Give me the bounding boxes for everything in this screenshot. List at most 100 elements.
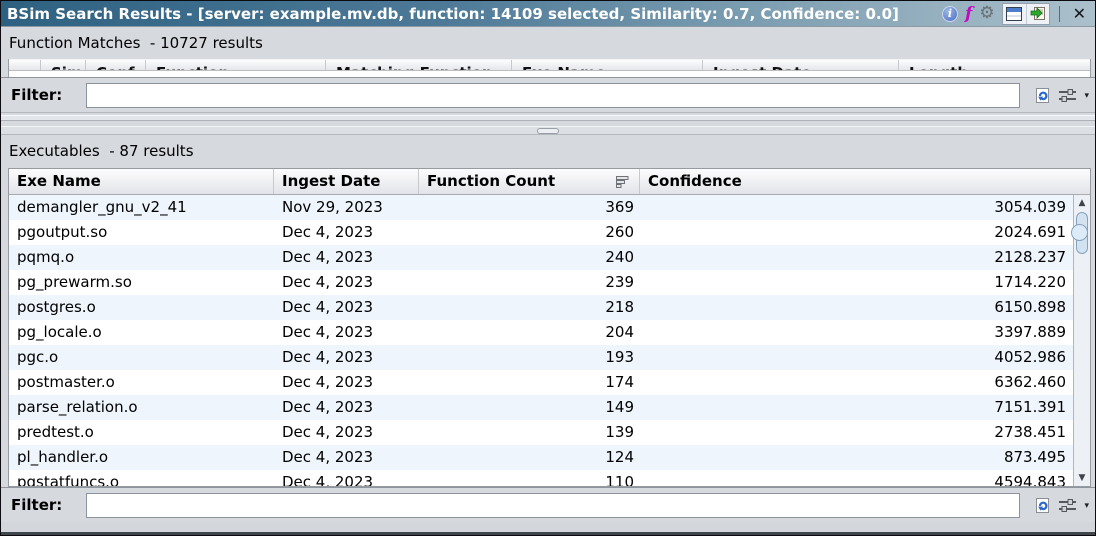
- cell-ingest-date: Nov 29, 2023: [274, 195, 419, 220]
- clear-filter-icon[interactable]: [1034, 497, 1051, 514]
- table-row[interactable]: pgoutput.soDec 4, 20232602024.691: [9, 220, 1073, 245]
- cell-function-count: 218: [419, 295, 640, 320]
- filter-options-caret-icon[interactable]: ▾: [1084, 91, 1089, 101]
- executables-header-row: Exe Name Ingest Date Function Count Conf…: [9, 169, 1090, 195]
- table-row[interactable]: parse_relation.oDec 4, 20231497151.391: [9, 395, 1073, 420]
- scroll-down-icon[interactable]: ▼: [1074, 473, 1090, 483]
- cell-confidence: 6150.898: [640, 295, 1073, 320]
- fm-column-header[interactable]: Matching Function: [326, 60, 512, 71]
- table-row[interactable]: postmaster.oDec 4, 20231746362.460: [9, 370, 1073, 395]
- cell-name: postmaster.o: [9, 370, 274, 395]
- window-layout-button[interactable]: [1003, 4, 1026, 24]
- bsim-search-results-window: BSim Search Results - [server: example.m…: [0, 0, 1096, 536]
- cell-ingest-date: Dec 4, 2023: [274, 370, 419, 395]
- cell-function-count: 369: [419, 195, 640, 220]
- table-row[interactable]: pgc.oDec 4, 20231934052.986: [9, 345, 1073, 370]
- cell-function-count: 204: [419, 320, 640, 345]
- fm-column-header[interactable]: Conf: [86, 60, 146, 71]
- splitter-grip[interactable]: [537, 128, 559, 134]
- table-row[interactable]: postgres.oDec 4, 20232186150.898: [9, 295, 1073, 320]
- executables-table: Exe Name Ingest Date Function Count Conf…: [8, 168, 1091, 487]
- table-row[interactable]: pl_handler.oDec 4, 2023124873.495: [9, 445, 1073, 470]
- function-matches-filter-input[interactable]: [86, 83, 1020, 108]
- cell-name: pl_handler.o: [9, 445, 274, 470]
- table-row[interactable]: demangler_gnu_v2_41Nov 29, 20233693054.0…: [9, 195, 1073, 220]
- cell-ingest-date: Dec 4, 2023: [274, 470, 419, 486]
- cell-ingest-date: Dec 4, 2023: [274, 270, 419, 295]
- executables-heading: Executables - 87 results: [9, 142, 194, 160]
- cell-confidence: 2128.237: [640, 245, 1073, 270]
- gear-icon[interactable]: ⚙: [979, 5, 994, 22]
- column-header-function-count[interactable]: Function Count: [419, 169, 640, 194]
- paste-icon: [1030, 6, 1046, 21]
- cell-ingest-date: Dec 4, 2023: [274, 345, 419, 370]
- filter-options-icon[interactable]: [1058, 88, 1077, 103]
- filter-options-icon[interactable]: [1058, 498, 1077, 513]
- column-header-label: Confidence: [648, 172, 742, 190]
- column-header-exe-name[interactable]: Exe Name: [9, 169, 274, 194]
- cell-function-count: 149: [419, 395, 640, 420]
- cell-confidence: 1714.220: [640, 270, 1073, 295]
- cell-ingest-date: Dec 4, 2023: [274, 220, 419, 245]
- splitter-bar[interactable]: [1, 126, 1095, 135]
- window-resize-edge[interactable]: [1, 532, 1095, 536]
- fm-column-header[interactable]: Function: [146, 60, 326, 71]
- cell-name: pgstatfuncs.o: [9, 470, 274, 486]
- cell-ingest-date: Dec 4, 2023: [274, 445, 419, 470]
- filter-icon-group: ▾: [1034, 87, 1089, 104]
- cell-name: postgres.o: [9, 295, 274, 320]
- cell-function-count: 260: [419, 220, 640, 245]
- executables-filter-input[interactable]: [86, 493, 1020, 518]
- column-header-ingest-date[interactable]: Ingest Date: [274, 169, 419, 194]
- filter-options-caret-icon[interactable]: ▾: [1084, 501, 1089, 511]
- fm-column-header[interactable]: Ingest Date: [703, 60, 899, 71]
- clear-filter-icon[interactable]: [1034, 87, 1051, 104]
- function-icon[interactable]: f: [965, 6, 972, 22]
- fm-column-header[interactable]: [9, 60, 41, 71]
- table-row[interactable]: pgstatfuncs.oDec 4, 20231104594.843: [9, 470, 1073, 486]
- fm-column-header[interactable]: Sim: [41, 60, 86, 71]
- panel-edge: [1, 115, 1095, 121]
- cell-confidence: 2738.451: [640, 420, 1073, 445]
- vertical-scrollbar[interactable]: ▲ ▼: [1073, 195, 1090, 486]
- cell-name: pgc.o: [9, 345, 274, 370]
- cell-confidence: 4594.843: [640, 470, 1073, 486]
- scrollbar-thumb[interactable]: [1076, 212, 1088, 254]
- cell-ingest-date: Dec 4, 2023: [274, 320, 419, 345]
- cell-name: parse_relation.o: [9, 395, 274, 420]
- cell-function-count: 139: [419, 420, 640, 445]
- fm-column-header[interactable]: Length: [899, 60, 1090, 71]
- window-icon: [1006, 7, 1022, 21]
- cell-function-count: 124: [419, 445, 640, 470]
- filter-icon-group: ▾: [1034, 497, 1089, 514]
- column-header-confidence[interactable]: Confidence: [640, 169, 1090, 194]
- cell-ingest-date: Dec 4, 2023: [274, 420, 419, 445]
- executables-filter-panel: Filter: ▾: [1, 487, 1095, 523]
- cell-ingest-date: Dec 4, 2023: [274, 395, 419, 420]
- titlebar-icon-group: i f ⚙: [942, 3, 1095, 25]
- column-header-label: Ingest Date: [282, 172, 380, 190]
- table-row[interactable]: predtest.oDec 4, 20231392738.451: [9, 420, 1073, 445]
- snapshot-button[interactable]: [1026, 4, 1049, 24]
- cell-confidence: 7151.391: [640, 395, 1073, 420]
- cell-name: pg_prewarm.so: [9, 270, 274, 295]
- table-row[interactable]: pqmq.oDec 4, 20232402128.237: [9, 245, 1073, 270]
- executables-table-body: demangler_gnu_v2_41Nov 29, 20233693054.0…: [9, 195, 1073, 486]
- fm-column-header[interactable]: Exe Name: [512, 60, 703, 71]
- table-row[interactable]: pg_prewarm.soDec 4, 20232391714.220: [9, 270, 1073, 295]
- scrollbar-grip[interactable]: [1071, 224, 1088, 241]
- function-matches-heading: Function Matches - 10727 results: [9, 34, 263, 52]
- titlebar[interactable]: BSim Search Results - [server: example.m…: [1, 1, 1095, 27]
- info-icon[interactable]: i: [942, 6, 958, 22]
- cell-ingest-date: Dec 4, 2023: [274, 295, 419, 320]
- close-icon[interactable]: ✕: [1069, 6, 1090, 22]
- column-header-label: Function Count: [427, 172, 555, 190]
- cell-confidence: 3054.039: [640, 195, 1073, 220]
- cell-function-count: 240: [419, 245, 640, 270]
- function-matches-table: SimConfFunctionMatching FunctionExe Name…: [8, 59, 1091, 77]
- column-header-label: Exe Name: [17, 172, 101, 190]
- cell-function-count: 110: [419, 470, 640, 486]
- scroll-up-icon[interactable]: ▲: [1074, 198, 1090, 208]
- sort-descending-icon: [616, 176, 629, 188]
- table-row[interactable]: pg_locale.oDec 4, 20232043397.889: [9, 320, 1073, 345]
